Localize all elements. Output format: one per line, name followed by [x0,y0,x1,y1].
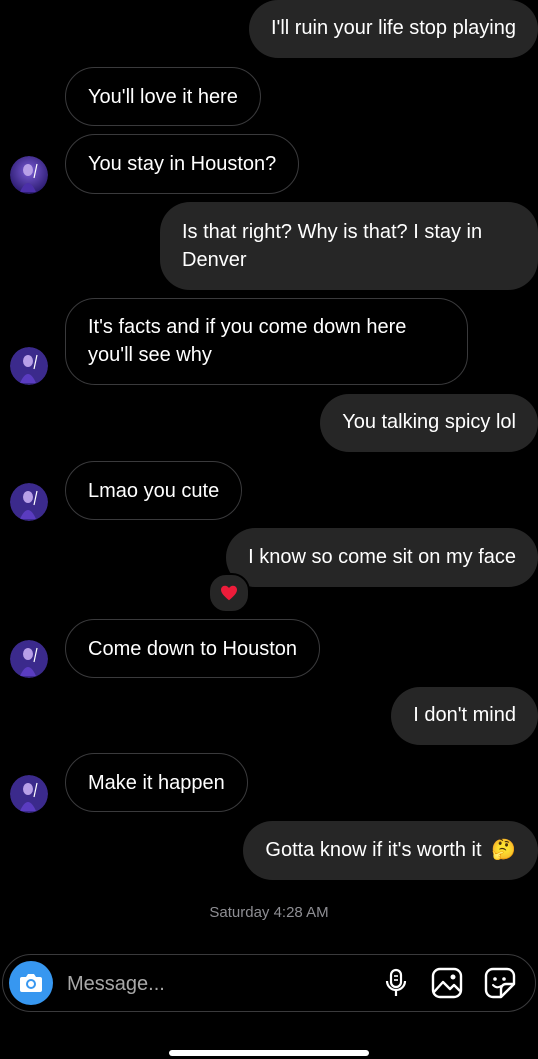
camera-icon [20,974,42,992]
message-input[interactable] [65,968,369,1000]
home-indicator[interactable] [169,1050,369,1056]
message-text: I'll ruin your life stop playing [270,17,516,39]
message-text: I don't mind [413,704,516,726]
message-bubble-incoming[interactable]: It's facts and if you come down here you… [65,298,468,385]
gallery-icon [431,967,463,999]
message-text: Is that right? Why is that? I stay in De… [182,221,483,271]
camera-button[interactable] [9,961,53,1005]
thinking-face-emoji: 🤔 [491,839,516,861]
dm-thread-screen: I'll ruin your life stop playing You'll … [0,0,538,1059]
message-text: You talking spicy lol [342,411,516,433]
message-text: Make it happen [88,772,225,794]
message-text: You'll love it here [88,86,238,108]
sticker-button[interactable] [483,966,517,1000]
message-text: Come down to Houston [88,638,298,660]
contact-avatar[interactable] [10,775,48,813]
contact-avatar[interactable] [10,347,48,385]
reaction-badge[interactable] [208,573,250,613]
message-composer [2,954,536,1012]
heart-icon [221,585,237,601]
message-bubble-incoming[interactable]: Come down to Houston [65,619,321,678]
message-text: You stay in Houston? [88,153,277,175]
gallery-button[interactable] [430,966,464,1000]
message-bubble-incoming[interactable]: Make it happen [65,753,248,812]
message-bubble-outgoing[interactable]: You talking spicy lol [320,394,538,452]
voice-message-button[interactable] [379,966,413,1000]
message-timestamp: Saturday 4:28 AM [209,904,329,921]
message-bubble-outgoing[interactable]: Gotta know if it's worth it 🤔 [243,821,538,880]
contact-avatar[interactable] [10,483,48,521]
message-bubble-incoming[interactable]: You stay in Houston? [65,134,300,194]
contact-avatar[interactable] [10,156,48,194]
message-text: Gotta know if it's worth it [265,839,482,861]
message-bubble-outgoing[interactable]: I don't mind [391,687,538,745]
message-bubble-outgoing[interactable]: Is that right? Why is that? I stay in De… [160,202,538,290]
microphone-icon [385,968,407,996]
message-text: It's facts and if you come down here you… [88,316,407,366]
message-bubble-incoming[interactable]: You'll love it here [65,67,261,126]
message-text: I know so come sit on my face [248,546,516,568]
message-text: Lmao you cute [88,480,220,502]
message-bubble-outgoing[interactable]: I'll ruin your life stop playing [248,0,538,58]
message-bubble-incoming[interactable]: Lmao you cute [65,461,243,520]
contact-avatar[interactable] [10,640,48,678]
sticker-icon [484,967,516,999]
message-bubble-outgoing[interactable]: I know so come sit on my face [226,528,538,587]
